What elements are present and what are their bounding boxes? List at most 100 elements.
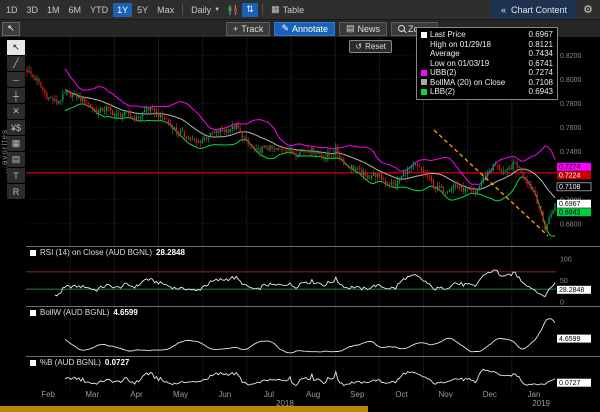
cursor-icon: ↖ <box>12 42 20 53</box>
tool-text[interactable]: T <box>7 168 25 183</box>
svg-text:4.6599: 4.6599 <box>559 336 581 343</box>
candlestick-icon <box>227 5 239 15</box>
annotate-button[interactable]: ✎ Annotate <box>274 22 335 36</box>
track-plus-icon: + <box>233 24 238 34</box>
pointer-tool-button[interactable]: ↖ <box>2 22 20 36</box>
svg-text:0.8200: 0.8200 <box>560 53 582 60</box>
tool-trendline[interactable]: ╱ <box>7 56 25 71</box>
range-1m-button[interactable]: 1M <box>43 3 64 17</box>
toolbar-divider <box>182 4 183 15</box>
legend-label: Low on 01/03/19 <box>430 59 526 69</box>
legend-row-ubb: UBB(2) 0.7274 <box>421 68 553 78</box>
month-label: Aug <box>291 390 335 399</box>
legend-row-bollma: BollMA (20) on Close 0.7108 <box>421 78 553 88</box>
chart-grid-icon: ▦ <box>12 138 21 149</box>
track-label: Track <box>241 24 263 34</box>
month-label: Dec <box>468 390 512 399</box>
bollw-value: 4.6599 <box>113 308 137 317</box>
svg-text:0.7800: 0.7800 <box>560 101 582 108</box>
range-3d-button[interactable]: 3D <box>23 3 43 17</box>
legend-label: LBB(2) <box>430 87 526 97</box>
pctb-swatch <box>30 360 36 366</box>
legend-label: Last Price <box>430 30 526 40</box>
tool-chart-type[interactable]: ▦ <box>7 136 25 151</box>
range-ytd-button[interactable]: YTD <box>86 3 112 17</box>
drawing-tools-sidebar: ↖ ╱ ─ ┼ ✕ ¥$ ▦ ▤ T R …avorites <box>0 37 26 390</box>
candlestick-style-icon[interactable] <box>225 3 241 17</box>
reset-label: Reset <box>365 42 386 51</box>
bollw-panel-header: BollW (AUD BGNL) 4.6599 <box>30 308 138 317</box>
svg-text:0.8000: 0.8000 <box>560 77 582 84</box>
compare-arrows-icon[interactable]: ⇅ <box>242 3 258 17</box>
settings-button[interactable]: ⚙ <box>578 0 598 19</box>
month-label: Nov <box>424 390 468 399</box>
range-5y-button[interactable]: 5Y <box>133 3 152 17</box>
pctb-panel: 0.0727 %B (AUD BGNL) 0.0727 <box>26 356 600 390</box>
horizontal-line-icon: ─ <box>13 75 19 85</box>
magnifier-icon <box>398 25 405 32</box>
legend-row-average: Average 0.7434 <box>421 49 553 59</box>
month-label: Mar <box>70 390 114 399</box>
legend-row-lbb: LBB(2) 0.6943 <box>421 87 553 97</box>
bollw-swatch <box>30 310 36 316</box>
chart-content-button[interactable]: « Chart Content <box>491 0 577 19</box>
legend-value: 0.7434 <box>529 49 553 59</box>
range-6m-button[interactable]: 6M <box>65 3 86 17</box>
range-max-button[interactable]: Max <box>153 3 178 17</box>
legend-row-low: Low on 01/03/19 0.6741 <box>421 59 553 69</box>
reset-button[interactable]: ↺ Reset <box>349 40 392 53</box>
table-button[interactable]: ▦ Table <box>267 2 308 17</box>
news-label: News <box>358 24 381 34</box>
legend-value: 0.8121 <box>529 40 553 50</box>
delete-icon: ✕ <box>12 106 20 117</box>
last-price-swatch <box>421 32 427 38</box>
text-icon: T <box>13 171 19 181</box>
year-label-2019: 2019 <box>532 399 550 408</box>
tool-cursor[interactable]: ↖ <box>7 40 25 55</box>
month-label: Jul <box>247 390 291 399</box>
annotation-button-group: + Track ✎ Annotate ▤ News Zoom <box>226 22 438 36</box>
month-labels: Feb Mar Apr May Jun Jul Aug Sep Oct Nov … <box>26 390 556 399</box>
svg-text:0.0727: 0.0727 <box>559 380 581 387</box>
tool-layers[interactable]: ▤ <box>7 152 25 167</box>
tool-regression[interactable]: R <box>7 184 25 199</box>
rsi-panel-header: RSI (14) on Close (AUD BGNL) 28.2848 <box>30 248 185 257</box>
range-1y-button[interactable]: 1Y <box>113 3 132 17</box>
table-button-label: Table <box>283 5 305 15</box>
news-button[interactable]: ▤ News <box>339 22 387 36</box>
legend-value: 0.7108 <box>529 78 553 88</box>
rsi-value: 28.2848 <box>156 248 185 257</box>
month-label: Sep <box>335 390 379 399</box>
tool-horizontal-line[interactable]: ─ <box>7 72 25 87</box>
svg-text:100: 100 <box>560 257 572 264</box>
chart-application: 1D 3D 1M 6M YTD 1Y 5Y Max Daily ▼ ⇅ ▦ Ta… <box>0 0 600 412</box>
tool-crosshair[interactable]: ┼ <box>7 88 25 103</box>
month-label: May <box>159 390 203 399</box>
legend-label: UBB(2) <box>430 68 526 78</box>
pctb-value: 0.0727 <box>105 358 129 367</box>
rsi-label: RSI (14) on Close (AUD BGNL) <box>40 248 152 257</box>
legend-label: BollMA (20) on Close <box>430 78 526 88</box>
ubb-swatch <box>421 70 427 76</box>
legend-row-last-price: Last Price 0.6967 <box>421 30 553 40</box>
lbb-swatch <box>421 89 427 95</box>
legend-value: 0.6741 <box>529 59 553 69</box>
chart-legend: Last Price 0.6967 High on 01/29/18 0.812… <box>416 27 558 100</box>
range-1d-button[interactable]: 1D <box>2 3 22 17</box>
svg-text:0.7274: 0.7274 <box>559 164 581 171</box>
annotate-label: Annotate <box>292 24 328 34</box>
tool-delete[interactable]: ✕ <box>7 104 25 119</box>
cursor-icon: ↖ <box>7 23 15 34</box>
trendline-icon: ╱ <box>13 58 18 69</box>
svg-text:0.7108: 0.7108 <box>559 184 581 191</box>
month-label: Jan <box>512 390 556 399</box>
period-dropdown[interactable]: Daily ▼ <box>187 3 224 17</box>
svg-text:0.7600: 0.7600 <box>560 125 582 132</box>
crosshair-icon: ┼ <box>13 91 19 101</box>
collapse-chevrons-icon: « <box>501 5 506 15</box>
x-axis-area: Feb Mar Apr May Jun Jul Aug Sep Oct Nov … <box>0 390 600 412</box>
favorites-tab[interactable]: …avorites <box>0 129 9 174</box>
legend-label: Average <box>430 49 526 59</box>
track-button[interactable]: + Track <box>226 22 270 36</box>
tool-currency[interactable]: ¥$ <box>7 120 25 135</box>
